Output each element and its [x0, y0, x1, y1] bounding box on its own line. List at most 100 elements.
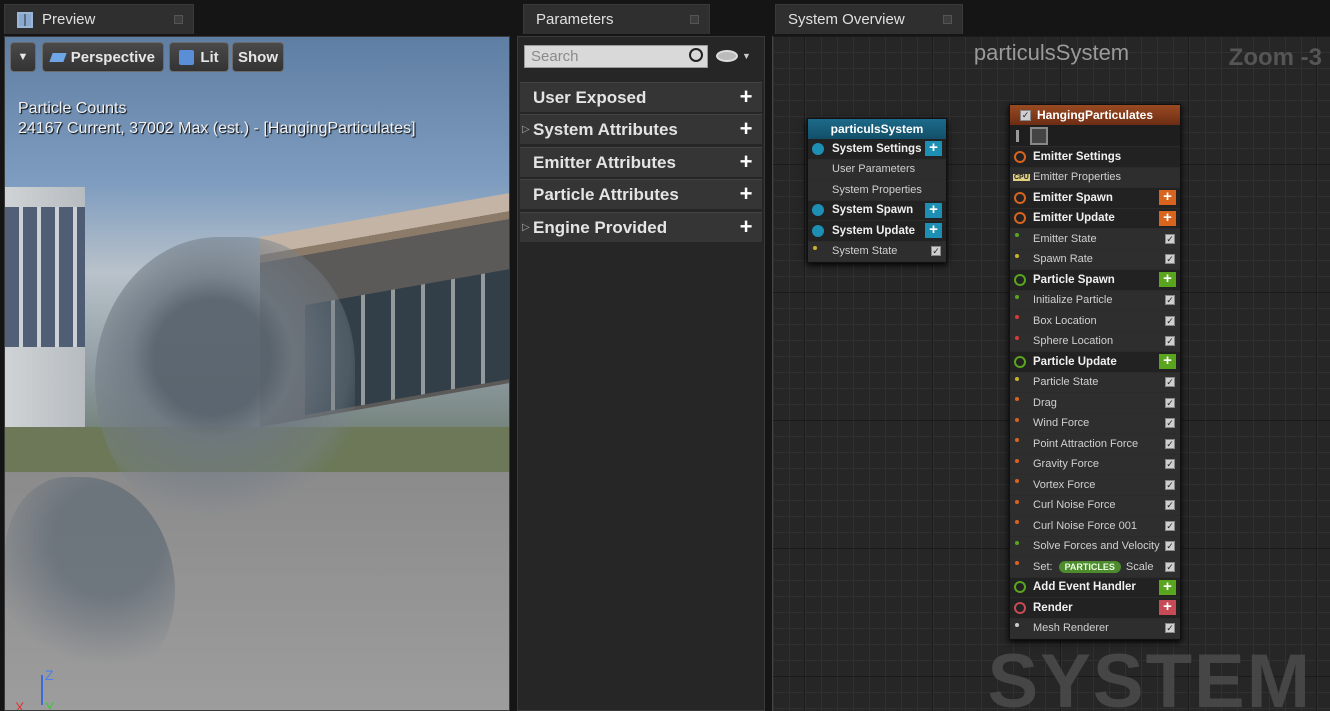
- emitter-node-row[interactable]: Emitter Update +: [1010, 208, 1180, 229]
- add-module-button[interactable]: +: [1159, 210, 1176, 226]
- add-parameter-button[interactable]: +: [736, 86, 756, 108]
- module-enabled-checkbox[interactable]: ✓: [1165, 254, 1175, 265]
- emitter-node-row[interactable]: Set: PARTICLES Scale ✓: [1010, 557, 1180, 578]
- preview-viewport[interactable]: ▼ Perspective Lit Show Particle Counts 2…: [4, 36, 510, 711]
- tab-parameters[interactable]: Parameters: [523, 4, 710, 34]
- module-enabled-checkbox[interactable]: ✓: [1165, 295, 1175, 306]
- add-parameter-button[interactable]: +: [736, 151, 756, 173]
- emitter-node-icons: [1010, 125, 1180, 147]
- module-group-icon: [812, 142, 824, 155]
- system-node-row[interactable]: System Settings +: [808, 139, 946, 160]
- particles-namespace-badge: PARTICLES: [1058, 560, 1121, 573]
- tab-system-overview[interactable]: System Overview: [775, 4, 963, 34]
- emitter-node-row[interactable]: CPU Emitter Properties: [1010, 167, 1180, 188]
- param-category-system-attributes[interactable]: ▷ System Attributes +: [520, 114, 762, 144]
- add-module-button[interactable]: +: [1159, 189, 1176, 206]
- emitter-node[interactable]: ✓ HangingParticulates Emitter Settings CP…: [1009, 104, 1181, 640]
- add-parameter-button[interactable]: +: [736, 216, 756, 238]
- module-enabled-checkbox[interactable]: ✓: [1165, 397, 1175, 408]
- module-enabled-checkbox[interactable]: ✓: [1165, 233, 1175, 244]
- particle-counts-value: 24167 Current, 37002 Max (est.) - [Hangi…: [18, 120, 416, 137]
- param-category-emitter-attributes[interactable]: Emitter Attributes +: [520, 147, 762, 177]
- emitter-node-row[interactable]: Wind Force ✓: [1010, 413, 1180, 434]
- parameters-search-input[interactable]: Search: [524, 45, 708, 68]
- expand-arrow-icon[interactable]: ▷: [522, 124, 530, 135]
- system-node-row[interactable]: System Spawn +: [808, 200, 946, 221]
- system-node-header[interactable]: particulsSystem: [808, 119, 946, 139]
- close-icon[interactable]: [690, 15, 699, 24]
- add-parameter-button[interactable]: +: [736, 183, 756, 205]
- emitter-node-header[interactable]: ✓ HangingParticulates: [1010, 105, 1180, 125]
- tab-preview[interactable]: Preview: [4, 4, 194, 34]
- emitter-node-row[interactable]: Particle State ✓: [1010, 372, 1180, 393]
- emitter-node-row[interactable]: Vortex Force ✓: [1010, 475, 1180, 496]
- emitter-node-row[interactable]: Curl Noise Force 001 ✓: [1010, 516, 1180, 537]
- add-module-button[interactable]: +: [925, 140, 942, 157]
- module-enabled-checkbox[interactable]: ✓: [1165, 520, 1175, 531]
- visibility-eye-icon[interactable]: [716, 50, 738, 62]
- system-node-row-label: System Properties: [832, 183, 922, 196]
- system-node-row[interactable]: User Parameters: [808, 159, 946, 180]
- chevron-down-icon: ▼: [17, 51, 29, 63]
- add-module-button[interactable]: +: [925, 222, 942, 239]
- add-module-button[interactable]: +: [925, 202, 942, 218]
- module-enabled-checkbox[interactable]: ✓: [1165, 623, 1175, 634]
- add-module-button[interactable]: +: [1159, 271, 1176, 288]
- pin-icon[interactable]: [1016, 130, 1024, 142]
- emitter-node-row[interactable]: Drag ✓: [1010, 393, 1180, 414]
- viewport-options-dropdown[interactable]: ▼: [10, 42, 36, 72]
- expand-arrow-icon[interactable]: ▷: [522, 222, 530, 233]
- module-dot-icon: [1015, 417, 1019, 422]
- module-enabled-checkbox[interactable]: ✓: [1165, 541, 1175, 552]
- system-node-row[interactable]: System State ✓: [808, 241, 946, 262]
- emitter-node-row[interactable]: Initialize Particle ✓: [1010, 290, 1180, 311]
- emitter-node-row[interactable]: Emitter Settings: [1010, 147, 1180, 168]
- module-enabled-checkbox[interactable]: ✓: [1165, 377, 1175, 388]
- emitter-node-row[interactable]: Box Location ✓: [1010, 311, 1180, 332]
- emitter-node-row[interactable]: Render +: [1010, 598, 1180, 619]
- module-enabled-checkbox[interactable]: ✓: [1165, 459, 1175, 470]
- add-module-button[interactable]: +: [1159, 579, 1176, 595]
- module-dot-icon: [1015, 335, 1019, 340]
- emitter-node-row[interactable]: Particle Update +: [1010, 352, 1180, 373]
- show-button[interactable]: Show: [232, 42, 284, 72]
- close-icon[interactable]: [943, 15, 952, 24]
- module-enabled-checkbox[interactable]: ✓: [1165, 418, 1175, 429]
- module-enabled-checkbox[interactable]: ✓: [1165, 315, 1175, 326]
- close-icon[interactable]: [174, 15, 183, 24]
- module-enabled-checkbox[interactable]: ✓: [1165, 500, 1175, 511]
- add-parameter-button[interactable]: +: [736, 118, 756, 140]
- emitter-node-row[interactable]: Mesh Renderer ✓: [1010, 618, 1180, 639]
- param-category-particle-attributes[interactable]: Particle Attributes +: [520, 179, 762, 209]
- param-category-user-exposed[interactable]: User Exposed +: [520, 82, 762, 112]
- emitter-node-row[interactable]: Gravity Force ✓: [1010, 454, 1180, 475]
- emitter-enabled-checkbox[interactable]: ✓: [1020, 109, 1031, 121]
- lit-button[interactable]: Lit: [169, 42, 229, 72]
- system-node[interactable]: particulsSystem System Settings + User Par…: [807, 118, 947, 263]
- param-category-label: User Exposed: [533, 87, 647, 107]
- add-module-button[interactable]: +: [1159, 353, 1176, 370]
- emitter-node-row[interactable]: Emitter State ✓: [1010, 229, 1180, 250]
- emitter-node-row[interactable]: Curl Noise Force ✓: [1010, 495, 1180, 516]
- system-node-row[interactable]: System Properties: [808, 180, 946, 201]
- emitter-node-row[interactable]: Spawn Rate ✓: [1010, 249, 1180, 270]
- system-overview-graph[interactable]: particulsSystem Zoom -3 SYSTEM particuls…: [772, 36, 1330, 711]
- emitter-node-row-label: Add Event Handler: [1033, 581, 1136, 594]
- module-enabled-checkbox[interactable]: ✓: [931, 246, 941, 257]
- chevron-down-icon[interactable]: ▼: [742, 51, 751, 61]
- emitter-node-row[interactable]: Emitter Spawn +: [1010, 188, 1180, 209]
- emitter-node-row[interactable]: Point Attraction Force ✓: [1010, 434, 1180, 455]
- emitter-node-row[interactable]: Solve Forces and Velocity ✓: [1010, 536, 1180, 557]
- perspective-button[interactable]: Perspective: [42, 42, 164, 72]
- module-enabled-checkbox[interactable]: ✓: [1165, 438, 1175, 449]
- system-node-row[interactable]: System Update +: [808, 221, 946, 242]
- emitter-node-row-label: Solve Forces and Velocity: [1033, 540, 1160, 553]
- module-enabled-checkbox[interactable]: ✓: [1165, 561, 1175, 572]
- module-enabled-checkbox[interactable]: ✓: [1165, 479, 1175, 490]
- param-category-engine-provided[interactable]: ▷ Engine Provided +: [520, 212, 762, 242]
- emitter-node-row[interactable]: Add Event Handler +: [1010, 577, 1180, 598]
- emitter-node-row[interactable]: Particle Spawn +: [1010, 270, 1180, 291]
- emitter-node-row[interactable]: Sphere Location ✓: [1010, 331, 1180, 352]
- add-module-button[interactable]: +: [1159, 599, 1176, 616]
- module-enabled-checkbox[interactable]: ✓: [1165, 336, 1175, 347]
